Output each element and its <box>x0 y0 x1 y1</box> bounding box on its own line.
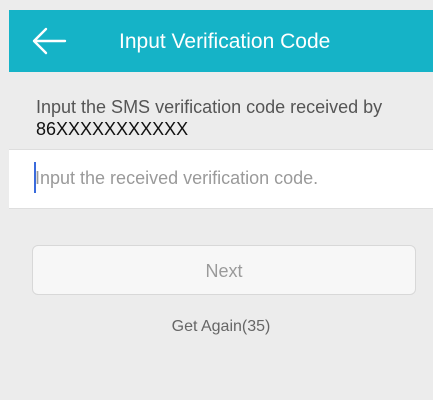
back-arrow-icon <box>32 27 67 55</box>
verification-code-field[interactable] <box>9 149 433 209</box>
next-button[interactable]: Next <box>32 245 416 295</box>
back-button[interactable] <box>31 25 67 57</box>
page-title: Input Verification Code <box>119 30 331 53</box>
verification-screen: Input Verification Code Input the SMS ve… <box>9 10 433 400</box>
instruction-text: Input the SMS verification code received… <box>36 97 383 117</box>
get-again-link[interactable]: Get Again(35) <box>9 317 433 337</box>
header-bar: Input Verification Code <box>9 10 433 72</box>
phone-number: 86XXXXXXXXXXX <box>36 119 189 139</box>
verification-code-input[interactable] <box>35 158 415 198</box>
sms-instruction: Input the SMS verification code received… <box>36 96 416 140</box>
